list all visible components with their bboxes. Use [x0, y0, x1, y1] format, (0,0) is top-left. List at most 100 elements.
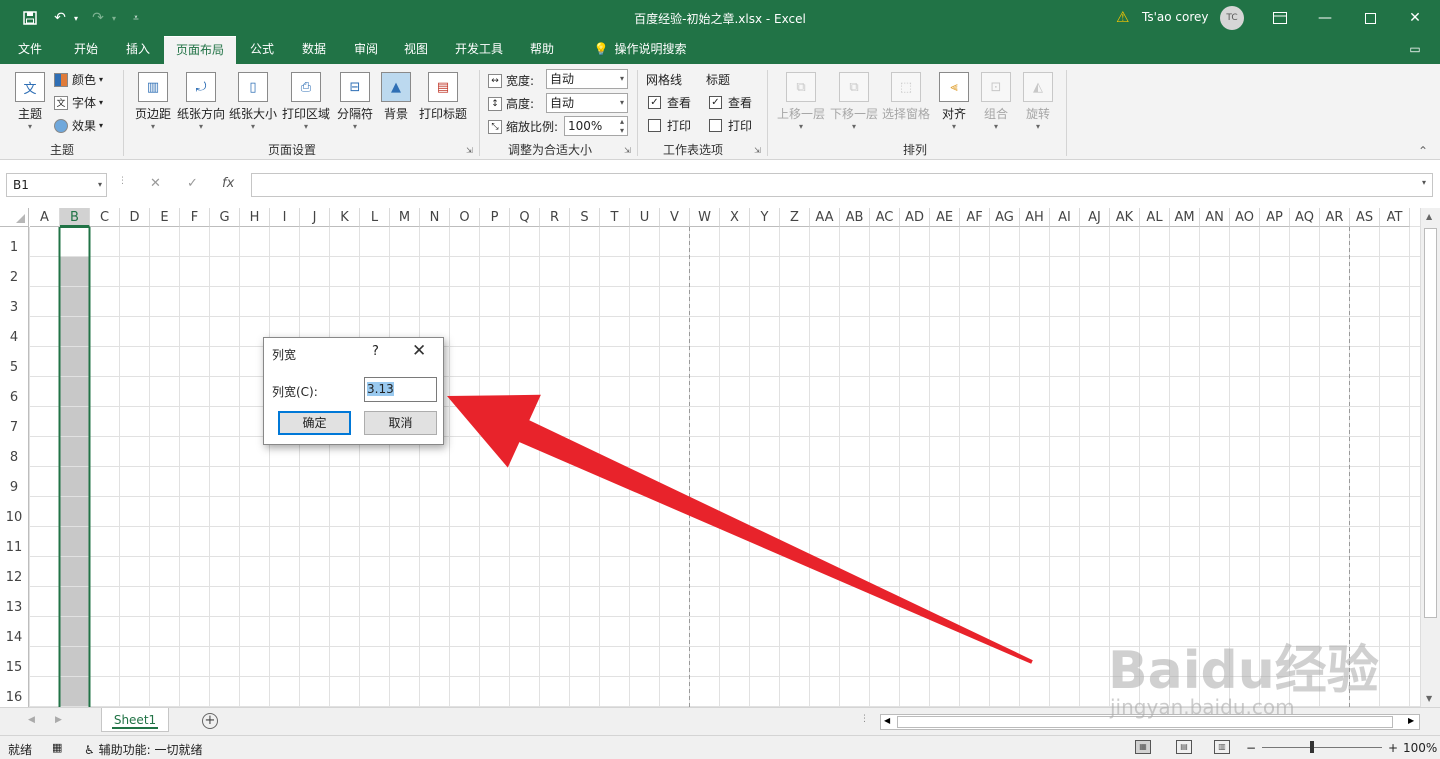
minimize-icon[interactable]: — [1313, 6, 1337, 30]
row-header[interactable]: 16 [0, 677, 29, 707]
rotate-button[interactable]: ◭ 旋转 ▾ [1022, 72, 1054, 131]
user-name[interactable]: Ts'ao corey [1142, 10, 1209, 24]
tab-3[interactable]: 页面布局 [164, 36, 236, 64]
row-header[interactable]: 7 [0, 407, 29, 437]
tab-7[interactable]: 视图 [392, 36, 440, 64]
zoom-in-icon[interactable]: + [1388, 741, 1398, 755]
name-box[interactable]: B1 ▾ [6, 173, 107, 197]
selection-pane-button[interactable]: ⬚ 选择窗格 [881, 72, 931, 122]
column-header[interactable]: R [540, 208, 570, 227]
send-backward-button[interactable]: ⧉ 下移一层 ▾ [829, 72, 879, 131]
cancel-icon[interactable]: ✕ [150, 176, 161, 191]
column-header[interactable]: AN [1200, 208, 1230, 227]
colors-button[interactable]: 颜色 ▾ [54, 71, 103, 88]
column-header[interactable]: AK [1110, 208, 1140, 227]
vertical-scroll-thumb[interactable] [1424, 228, 1437, 618]
scale-stepper[interactable]: 100% ▴ ▾ [564, 116, 628, 136]
tab-4[interactable]: 公式 [236, 36, 288, 64]
row-header[interactable]: 4 [0, 317, 29, 347]
column-header[interactable]: N [420, 208, 450, 227]
group-button[interactable]: ⊡ 组合 ▾ [980, 72, 1012, 131]
column-header[interactable]: J [300, 208, 330, 227]
zoom-out-icon[interactable]: − [1246, 741, 1256, 755]
page-break-view-icon[interactable]: ▥ [1214, 740, 1230, 754]
row-header[interactable]: 5 [0, 347, 29, 377]
column-header[interactable]: C [90, 208, 120, 227]
column-header[interactable]: AI [1050, 208, 1080, 227]
column-header[interactable]: AF [960, 208, 990, 227]
scroll-right-icon[interactable]: ▶ [1408, 716, 1414, 725]
insert-function-icon[interactable]: fx [222, 176, 234, 191]
prev-sheet-icon[interactable]: ◀ [28, 715, 35, 725]
headings-print-checkbox[interactable]: 打印 [709, 117, 752, 134]
vertical-scrollbar[interactable]: ▲ ▼ [1420, 208, 1440, 707]
sheet-tab-sheet1[interactable]: Sheet1 [101, 708, 169, 732]
avatar[interactable]: TC [1220, 6, 1244, 30]
zoom-level[interactable]: 100% [1403, 741, 1437, 755]
column-header[interactable]: AA [810, 208, 840, 227]
column-header[interactable]: K [330, 208, 360, 227]
column-width-input[interactable]: 3.13 [364, 377, 437, 402]
formula-input[interactable] [251, 173, 1433, 197]
column-header[interactable]: L [360, 208, 390, 227]
close-icon[interactable]: ✕ [1403, 6, 1427, 30]
tab-9[interactable]: 帮助 [518, 36, 566, 64]
macro-record-icon[interactable]: ▦ [52, 741, 62, 754]
column-header[interactable]: Q [510, 208, 540, 227]
scale-to-fit-launcher-icon[interactable]: ⇲ [624, 146, 631, 155]
column-header[interactable]: AR [1320, 208, 1350, 227]
column-header[interactable]: V [660, 208, 690, 227]
page-setup-launcher-icon[interactable]: ⇲ [466, 146, 473, 155]
tab-6[interactable]: 审阅 [340, 36, 392, 64]
column-header[interactable]: AC [870, 208, 900, 227]
enter-icon[interactable]: ✓ [187, 176, 198, 191]
column-header[interactable]: AG [990, 208, 1020, 227]
column-header[interactable]: AS [1350, 208, 1380, 227]
orientation-button[interactable]: ⤾ 纸张方向 ▾ [177, 72, 225, 131]
breaks-button[interactable]: ⊟ 分隔符 ▾ [335, 72, 375, 131]
tab-2[interactable]: 插入 [112, 36, 164, 64]
scroll-up-icon[interactable]: ▲ [1426, 212, 1432, 221]
normal-view-icon[interactable]: ▦ [1135, 740, 1151, 754]
zoom-slider[interactable] [1262, 741, 1382, 753]
scroll-left-icon[interactable]: ◀ [884, 716, 890, 725]
split-handle-icon[interactable]: ⋮ [860, 714, 869, 724]
column-header[interactable]: U [630, 208, 660, 227]
cancel-button[interactable]: 取消 [364, 411, 437, 435]
row-header[interactable]: 9 [0, 467, 29, 497]
headings-view-checkbox[interactable]: ✓ 查看 [709, 94, 752, 111]
column-header[interactable]: Y [750, 208, 780, 227]
column-header[interactable]: AO [1230, 208, 1260, 227]
size-button[interactable]: ▯ 纸张大小 ▾ [229, 72, 277, 131]
tell-me-search[interactable]: 💡 操作说明搜索 [580, 36, 700, 64]
help-icon[interactable]: ? [372, 344, 379, 359]
background-button[interactable]: ▲ 背景 [380, 72, 412, 122]
tab-0[interactable]: 文件 [0, 36, 60, 64]
column-header[interactable]: AQ [1290, 208, 1320, 227]
more-options-icon[interactable]: ⋮ [118, 176, 127, 186]
select-all-corner[interactable] [0, 208, 29, 227]
warning-icon[interactable]: ⚠ [1116, 8, 1129, 26]
tab-5[interactable]: 数据 [288, 36, 340, 64]
expand-formula-bar-icon[interactable]: ▾ [1422, 178, 1426, 187]
effects-button[interactable]: 效果 ▾ [54, 117, 103, 134]
row-header[interactable]: 12 [0, 557, 29, 587]
bring-forward-button[interactable]: ⧉ 上移一层 ▾ [776, 72, 826, 131]
column-header[interactable]: E [150, 208, 180, 227]
column-header[interactable]: AJ [1080, 208, 1110, 227]
row-header[interactable]: 3 [0, 287, 29, 317]
column-header[interactable]: D [120, 208, 150, 227]
row-header[interactable]: 15 [0, 647, 29, 677]
height-select[interactable]: 自动 ▾ [546, 93, 628, 113]
fonts-button[interactable]: 文字体 ▾ [54, 94, 103, 111]
column-header[interactable]: T [600, 208, 630, 227]
column-header[interactable]: O [450, 208, 480, 227]
next-sheet-icon[interactable]: ▶ [55, 715, 62, 725]
row-header[interactable]: 6 [0, 377, 29, 407]
row-header[interactable]: 2 [0, 257, 29, 287]
row-header[interactable]: 10 [0, 497, 29, 527]
column-header[interactable]: W [690, 208, 720, 227]
collapse-ribbon-icon[interactable]: ⌃ [1418, 144, 1428, 158]
width-select[interactable]: 自动 ▾ [546, 69, 628, 89]
column-header[interactable]: I [270, 208, 300, 227]
